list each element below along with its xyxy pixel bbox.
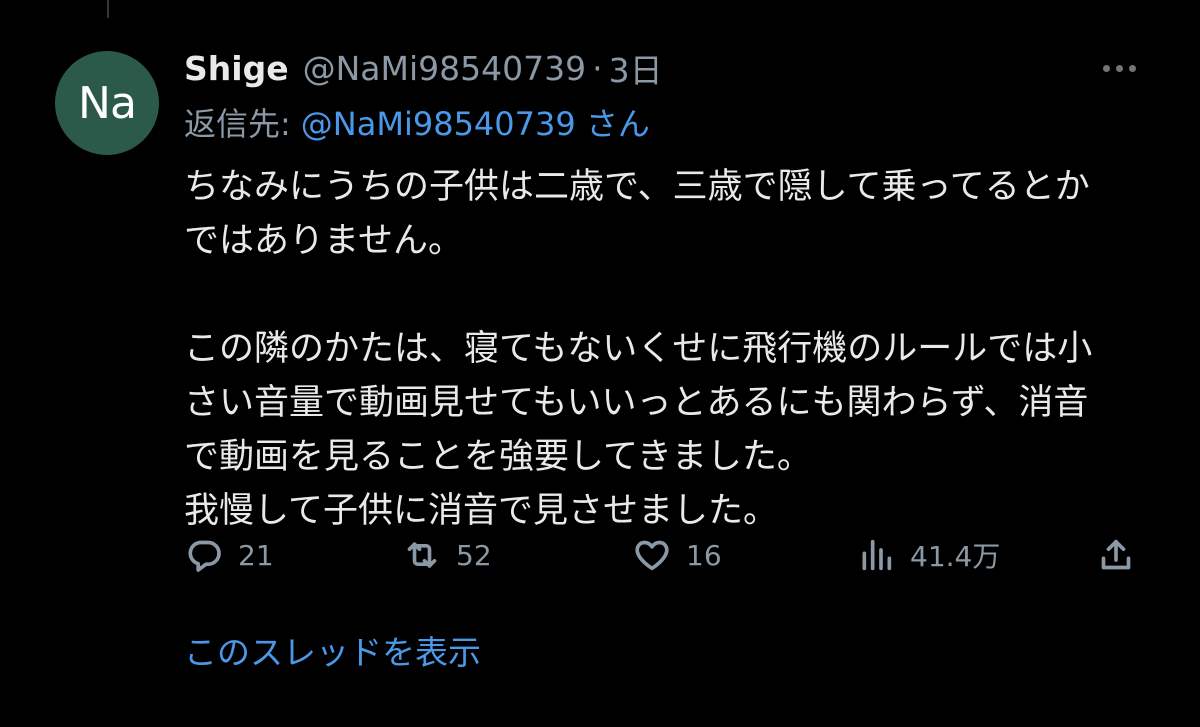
share-button[interactable]	[1096, 530, 1136, 580]
display-name[interactable]: Shige	[184, 49, 289, 88]
reply-icon	[188, 540, 221, 572]
retweet-icon	[407, 542, 437, 568]
separator-dot: ·	[592, 48, 603, 88]
views-count: 41.4万	[910, 540, 1001, 573]
reply-button[interactable]: 21	[184, 530, 274, 580]
avatar-initials: Na	[78, 77, 137, 129]
retweet-count: 52	[456, 538, 492, 572]
tweet-paragraph-1: ちなみにうちの子供は二歳で、三歳で隠して乗ってるとか ではありません。	[184, 167, 1090, 261]
user-handle[interactable]: @NaMi98540739	[303, 49, 587, 88]
retweet-button[interactable]: 52	[402, 530, 492, 580]
share-icon	[1101, 539, 1131, 570]
like-button[interactable]: 16	[632, 530, 722, 580]
thread-connector-line	[107, 0, 109, 18]
tweet-actions: 21 52 16 41.4万	[184, 530, 1144, 580]
views-button[interactable]: 41.4万	[856, 530, 1000, 580]
reply-target-link[interactable]: @NaMi98540739 さん	[301, 99, 650, 145]
reply-prefix: 返信先:	[184, 105, 291, 143]
reply-count: 21	[238, 538, 274, 572]
tweet-header: Shige @NaMi98540739 · 3日	[184, 44, 663, 92]
heart-icon	[635, 540, 669, 571]
tweet-paragraph-2: この隣のかたは、寝てもないくせに飛行機のルールでは小 さい音量で動画見せてもいい…	[184, 329, 1093, 531]
timestamp[interactable]: 3日	[609, 44, 663, 92]
tweet-text: ちなみにうちの子供は二歳で、三歳で隠して乗ってるとか ではありません。 この隣の…	[184, 160, 1164, 538]
views-icon	[862, 539, 892, 571]
like-count: 16	[686, 538, 722, 572]
more-options-icon[interactable]	[1096, 52, 1142, 84]
reply-context: 返信先: @NaMi98540739 さん	[184, 98, 650, 146]
avatar[interactable]: Na	[55, 51, 159, 155]
show-thread-link[interactable]: このスレッドを表示	[184, 626, 481, 674]
